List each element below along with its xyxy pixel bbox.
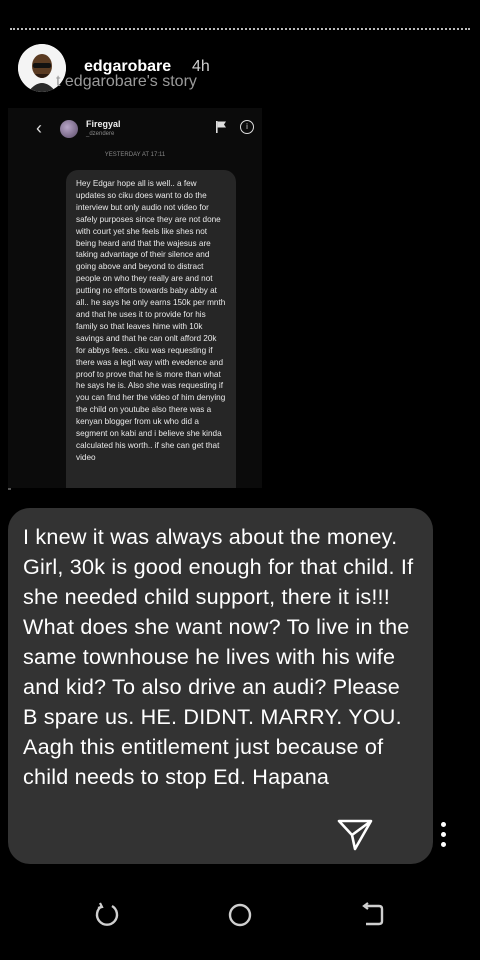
story-progress-bar — [10, 28, 470, 30]
chevron-left-icon: ‹ — [36, 118, 42, 138]
home-icon[interactable] — [225, 900, 255, 930]
dm-contact-name: Firegyal — [86, 119, 121, 129]
dm-contact-handle: _dzendere — [86, 131, 115, 137]
send-icon[interactable] — [337, 818, 373, 852]
flag-icon — [216, 121, 226, 133]
story-time: 4h — [192, 58, 210, 75]
story-comment-box: I knew it was always about the money. Gi… — [8, 508, 433, 864]
more-vertical-icon[interactable] — [437, 822, 449, 852]
story-header: t edgarobare's story edgarobare 4h — [18, 44, 458, 92]
recent-apps-icon[interactable] — [92, 900, 122, 930]
story-comment-text: I knew it was always about the money. Gi… — [23, 524, 414, 789]
dm-date-label: YESTERDAY AT 17:11 — [104, 152, 166, 158]
back-icon[interactable] — [358, 900, 388, 930]
dm-avatar — [60, 120, 78, 138]
dm-message-bubble: Hey Edgar hope all is well.. a few updat… — [66, 170, 236, 488]
story-username[interactable]: edgarobare — [84, 58, 171, 76]
dm-screenshot: ‹ Firegyal _dzendere i YESTERDAY AT 17:1… — [8, 108, 262, 488]
system-nav-bar — [0, 888, 480, 960]
info-icon: i — [240, 120, 254, 134]
dm-header: ‹ Firegyal _dzendere i — [8, 108, 262, 152]
